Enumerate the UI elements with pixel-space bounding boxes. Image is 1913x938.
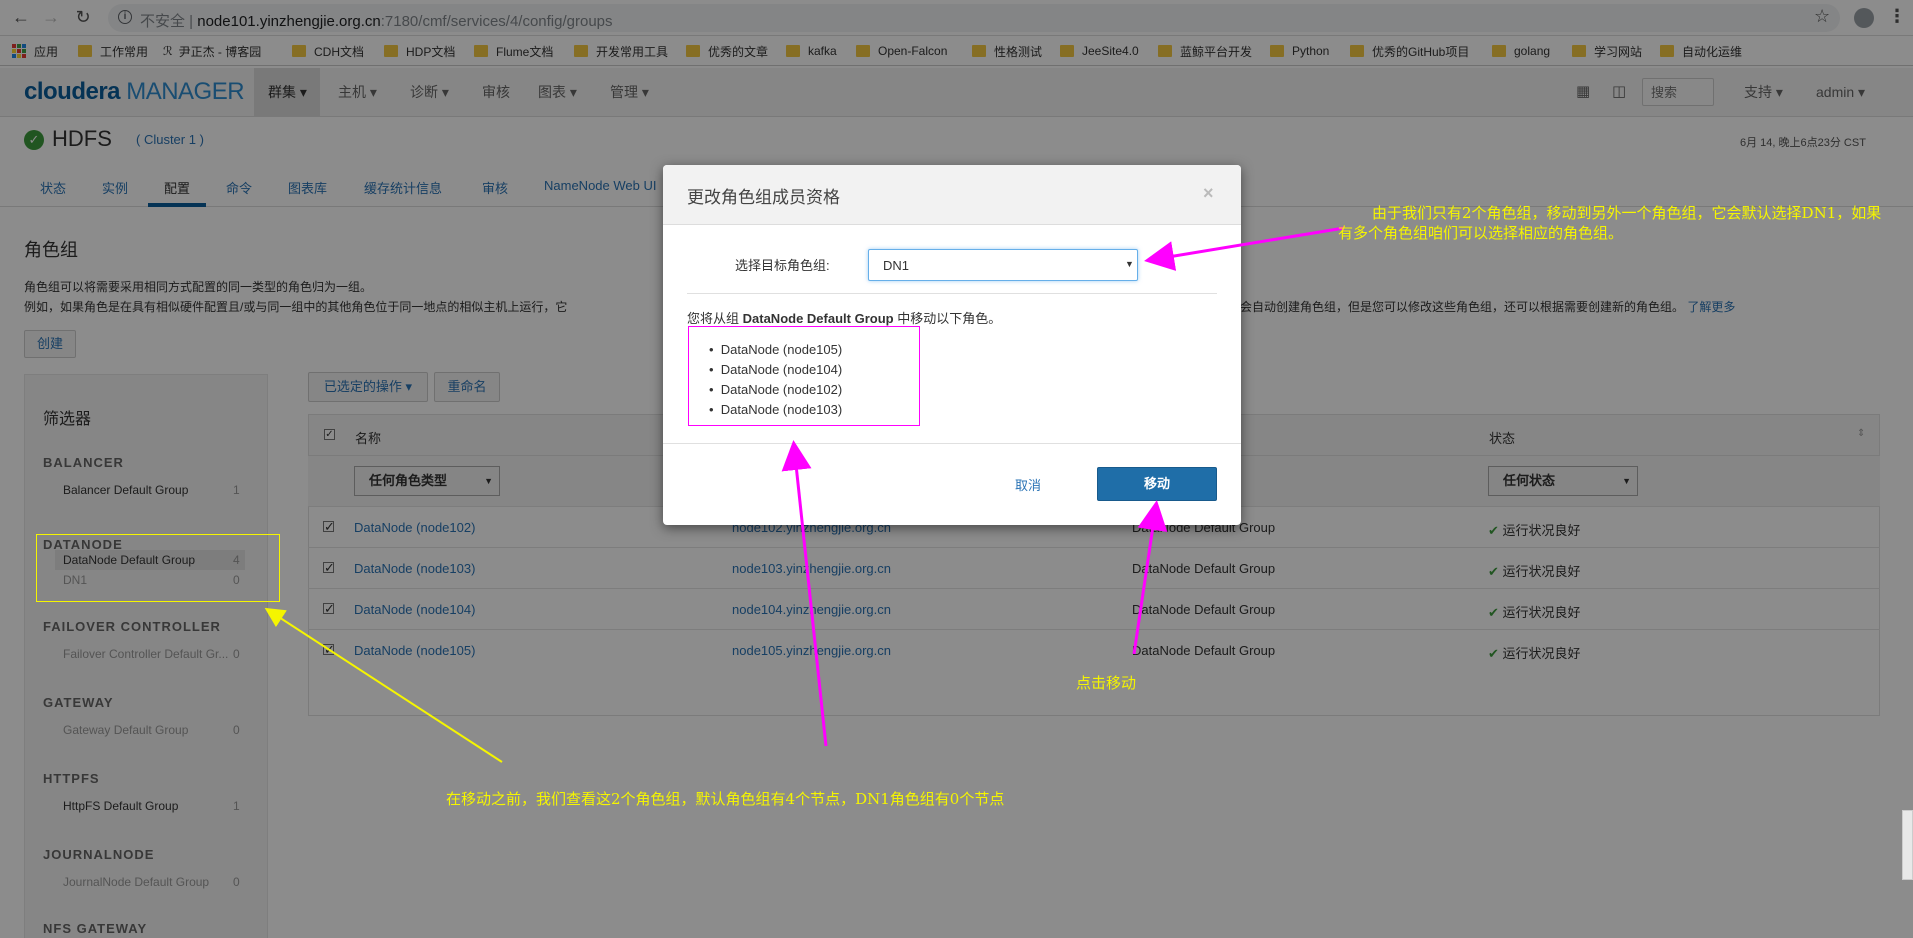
annotation-note: 点击移动 <box>1076 674 1137 692</box>
annotation-note: 由于我们只有2个角色组，移动到另外一个角色组，它会默认选择DN1，如果 <box>1372 204 1882 222</box>
arrow-to-move-button <box>1132 500 1168 655</box>
annotation-note: 在移动之前，我们查看这2个角色组，默认角色组有4个节点，DN1角色组有0个节点 <box>446 790 1005 808</box>
arrow-to-roles <box>781 440 828 747</box>
arrow-to-select <box>1144 226 1345 271</box>
feedback-tab[interactable] <box>1902 810 1913 880</box>
annotation-note: 有多个角色组咱们可以选择相应的角色组。 <box>1338 224 1624 242</box>
arrow-to-groups <box>264 607 503 763</box>
